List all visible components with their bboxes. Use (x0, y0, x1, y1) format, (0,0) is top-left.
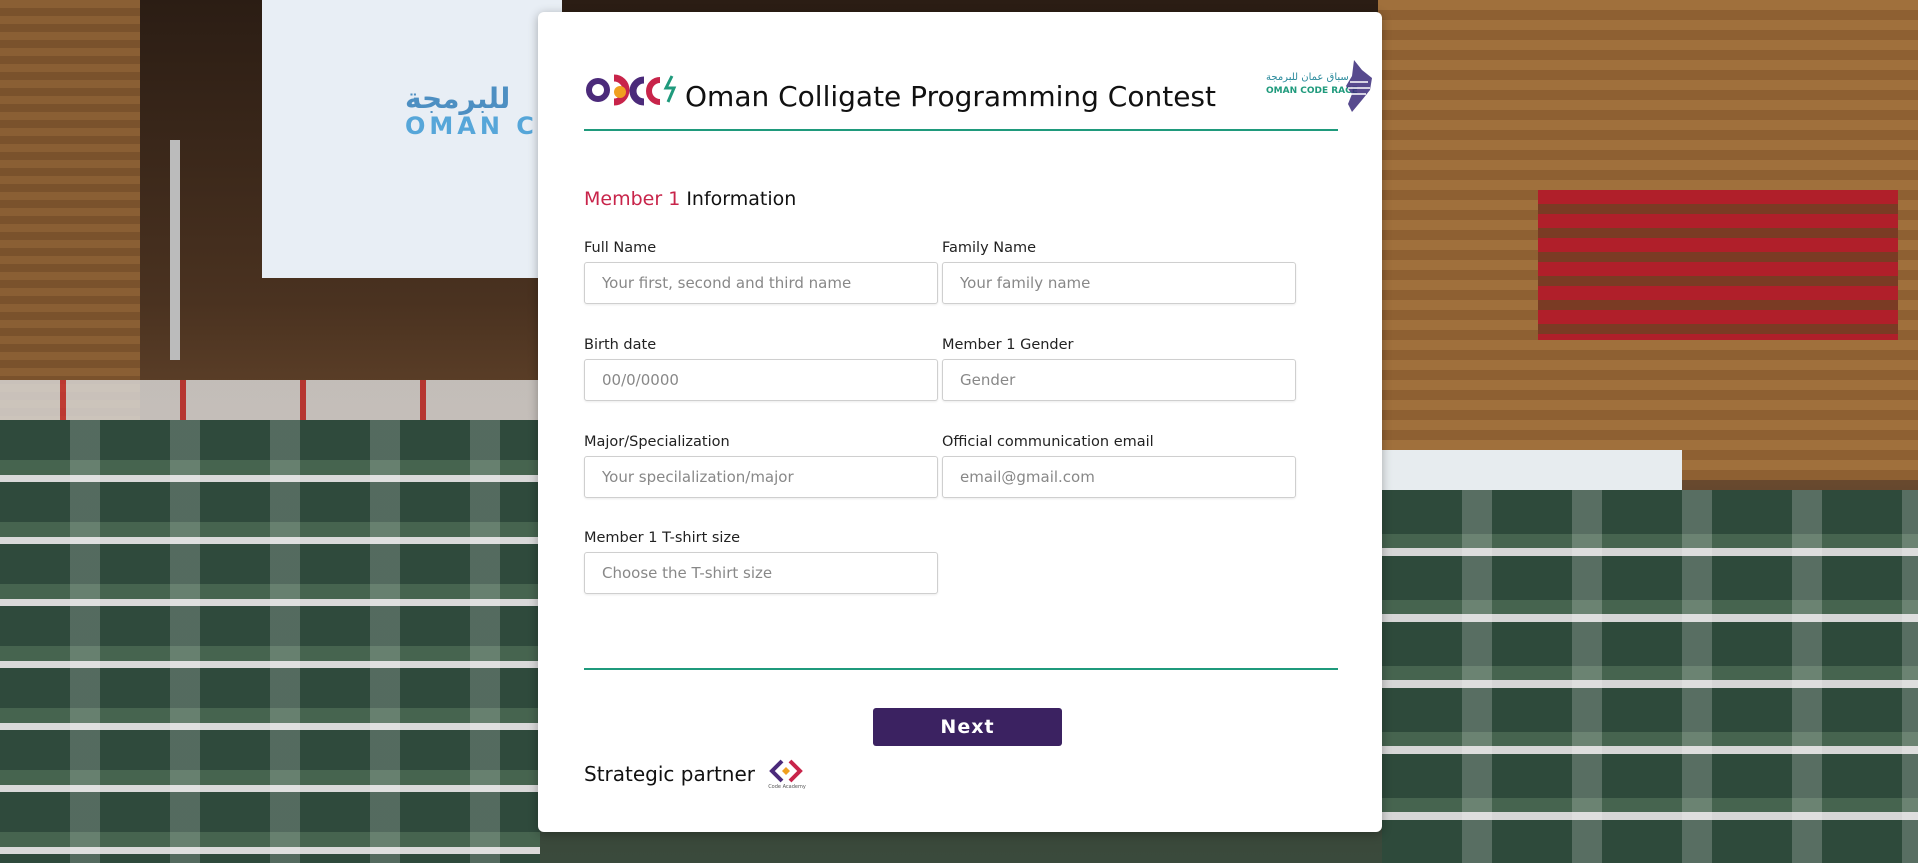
background-desks-right (1382, 490, 1918, 863)
email-field: Official communication email (942, 434, 1296, 498)
full-name-label: Full Name (584, 240, 657, 256)
background-stage-flags (0, 380, 560, 420)
background-screen-english: OMAN C (405, 112, 538, 140)
major-input[interactable] (584, 456, 938, 498)
birth-date-field: Birth date (584, 337, 938, 401)
major-field: Major/Specialization (584, 434, 938, 498)
background-wall-left (0, 0, 140, 420)
family-name-input[interactable] (942, 262, 1296, 304)
header: Oman Colligate Programming Contest سباق … (584, 56, 1372, 128)
next-button[interactable]: Next (873, 708, 1062, 746)
section-title-accent: Member 1 (584, 188, 681, 210)
birth-date-input[interactable] (584, 359, 938, 401)
section-title-rest: Information (680, 188, 797, 210)
gender-select[interactable] (942, 359, 1296, 401)
major-label: Major/Specialization (584, 434, 730, 450)
email-label: Official communication email (942, 434, 1154, 450)
registration-card: Oman Colligate Programming Contest سباق … (538, 12, 1382, 832)
background-truss (170, 140, 180, 360)
header-divider (584, 129, 1338, 131)
occ-logo-icon (586, 74, 677, 106)
strategic-partner-label: Strategic partner (584, 762, 755, 786)
background-seats (1538, 190, 1898, 340)
gender-field: Member 1 Gender (942, 337, 1296, 401)
code-academy-icon (769, 759, 803, 783)
background-banner (1382, 450, 1682, 490)
background-desks-left (0, 420, 540, 863)
footer-divider (584, 668, 1338, 670)
tshirt-label: Member 1 T-shirt size (584, 530, 740, 546)
tshirt-field: Member 1 T-shirt size (584, 530, 938, 594)
tshirt-select[interactable] (584, 552, 938, 594)
code-academy-logo: Code Academy (766, 758, 808, 792)
family-name-field: Family Name (942, 240, 1296, 304)
page-title: Oman Colligate Programming Contest (685, 80, 1216, 113)
section-title: Member 1 Information (584, 188, 796, 210)
oman-code-race-arabic: سباق عمان للبرمجة (1266, 72, 1349, 83)
code-academy-caption: Code Academy (768, 784, 806, 790)
background-screen-arabic: للبرمجة (405, 82, 511, 115)
gender-label: Member 1 Gender (942, 337, 1074, 353)
oman-map-icon (1346, 60, 1372, 112)
email-input[interactable] (942, 456, 1296, 498)
full-name-field: Full Name (584, 240, 938, 304)
family-name-label: Family Name (942, 240, 1037, 256)
full-name-input[interactable] (584, 262, 938, 304)
oman-code-race-logo: سباق عمان للبرمجة OMAN CODE RACE (1266, 56, 1378, 118)
birth-date-label: Birth date (584, 337, 657, 353)
